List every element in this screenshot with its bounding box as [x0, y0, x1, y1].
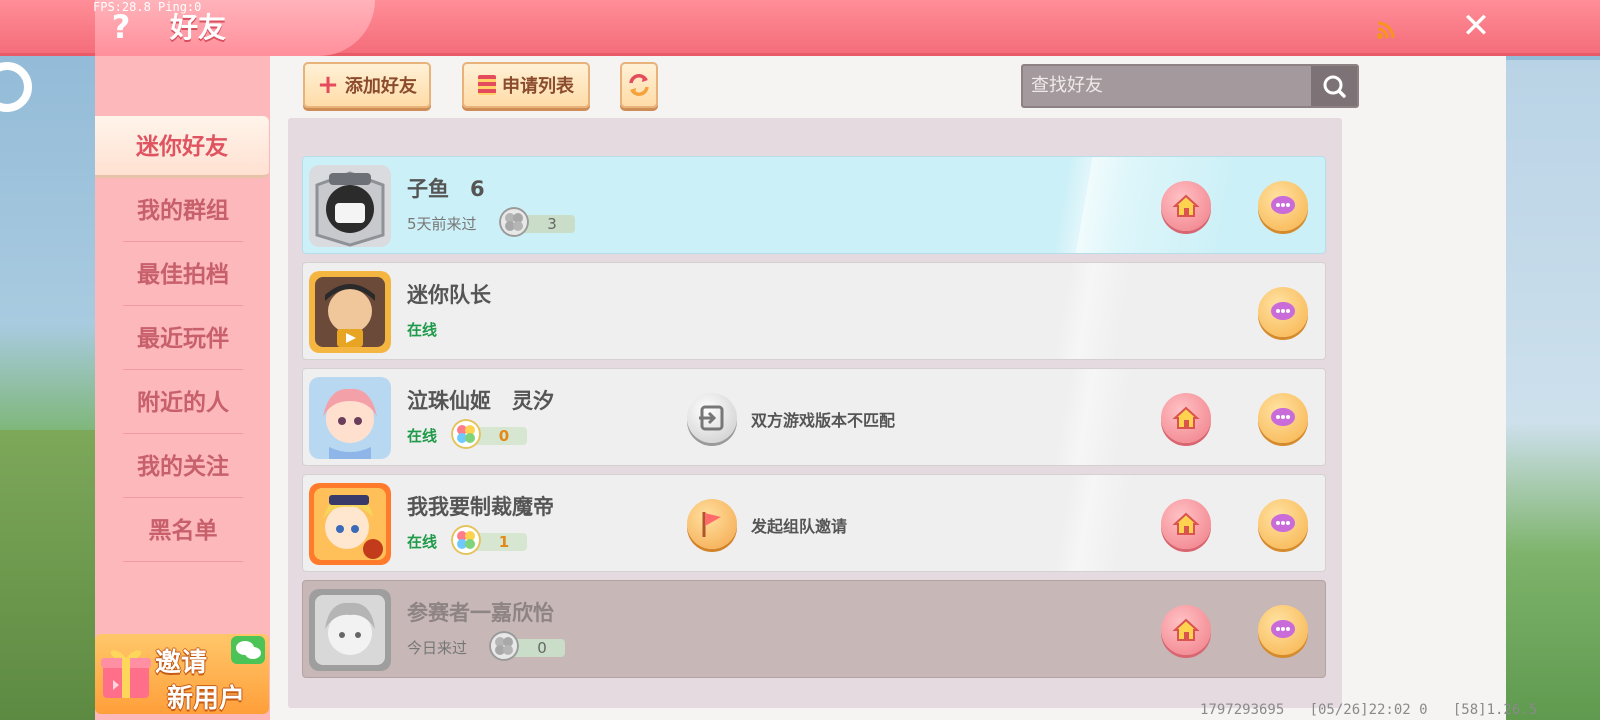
- sidebar: 迷你好友 我的群组 最佳拍档 最近玩伴 附近的人 我的关注 黑名单 邀请 新用户: [95, 56, 270, 720]
- avatar: [309, 483, 391, 565]
- background-scenery-right: [1490, 60, 1600, 720]
- apply-list-button[interactable]: 申请列表: [462, 62, 590, 108]
- refresh-button[interactable]: [620, 62, 658, 108]
- close-icon[interactable]: ✕: [1458, 8, 1494, 44]
- avatar: [309, 165, 391, 247]
- friend-row[interactable]: 泣珠仙姬 灵汐 在线 0 双方游戏版本不匹配: [302, 368, 1326, 466]
- search-box: [1021, 64, 1359, 108]
- level-value: 0: [498, 427, 510, 445]
- chat-button[interactable]: [1258, 499, 1308, 549]
- level-value: 1: [498, 533, 510, 551]
- friend-name: 参赛者一嘉欣怡: [407, 601, 554, 625]
- friend-name: 迷你队长: [407, 283, 491, 307]
- list-icon: [478, 75, 496, 95]
- clover-icon: [489, 631, 519, 661]
- row-shine: [1023, 475, 1163, 571]
- row-shine: [1023, 369, 1163, 465]
- version-mismatch-text: 双方游戏版本不匹配: [751, 411, 896, 430]
- chat-button[interactable]: [1258, 605, 1308, 655]
- chat-button[interactable]: [1258, 393, 1308, 443]
- enter-icon: [699, 405, 724, 431]
- background-scenery-left: [0, 430, 95, 720]
- team-invite-text: 发起组队邀请: [751, 517, 848, 536]
- plus-icon: +: [317, 70, 339, 100]
- search-button[interactable]: [1311, 66, 1357, 106]
- flag-icon: [702, 512, 721, 537]
- friend-list: 子鱼 6 5天前来过 3 迷你队长 在线 泣珠仙姬 灵汐 在线 0 双方游戏版本…: [288, 118, 1342, 708]
- search-icon: [1323, 75, 1346, 98]
- sidebar-item-blacklist[interactable]: 黑名单: [123, 500, 243, 562]
- avatar: [309, 377, 391, 459]
- clover-icon: [499, 207, 529, 237]
- page-title: 好友: [170, 11, 227, 44]
- chat-bubble-icon: [1271, 302, 1295, 320]
- row-shine: [1023, 263, 1163, 359]
- chat-bubble-icon: [1271, 620, 1295, 638]
- level-chip: 0: [489, 631, 567, 661]
- sidebar-item-mini-friends[interactable]: 迷你好友: [95, 116, 269, 178]
- main-panel: + 添加好友 申请列表 查找好友 子鱼 6 5天前来过 3 迷你队长 在线 泣珠…: [270, 56, 1506, 720]
- house-icon: [1172, 618, 1200, 641]
- visit-home-button[interactable]: [1161, 605, 1211, 655]
- chat-bubble-icon: [1271, 514, 1295, 532]
- add-friend-button[interactable]: + 添加好友: [303, 62, 431, 108]
- gift-icon: [101, 650, 151, 698]
- friend-status: 5天前来过: [407, 215, 477, 233]
- sidebar-item-recent-playmates[interactable]: 最近玩伴: [123, 308, 243, 370]
- avatar: [309, 589, 391, 671]
- version-info: 1797293695 [05/26]22:02 0 [58]1.26.5: [1200, 702, 1538, 718]
- invite-label-line2: 新用户: [167, 684, 246, 714]
- clover-icon: [451, 525, 481, 555]
- friend-row[interactable]: 子鱼 6 5天前来过 3: [302, 156, 1326, 254]
- chat-button[interactable]: [1258, 181, 1308, 231]
- house-icon: [1172, 406, 1200, 429]
- chat-button[interactable]: [1258, 287, 1308, 337]
- friend-status: 在线: [407, 533, 438, 551]
- chat-bubble-icon: [1271, 196, 1295, 214]
- refresh-icon: [629, 74, 649, 96]
- sidebar-item-nearby[interactable]: 附近的人: [123, 372, 243, 434]
- background-ring-shape: [0, 62, 32, 112]
- level-value: 3: [547, 215, 557, 233]
- visit-home-button[interactable]: [1161, 499, 1211, 549]
- sidebar-item-best-partners[interactable]: 最佳拍档: [123, 244, 243, 306]
- top-bar: FPS:28.8 Ping:0 ? 好友 ✕: [0, 0, 1600, 56]
- add-friend-label: 添加好友: [344, 76, 417, 97]
- signal-icon: [1377, 21, 1395, 39]
- visit-home-button[interactable]: [1161, 181, 1211, 231]
- wechat-icon: [231, 636, 265, 664]
- friend-row[interactable]: 我我要制裁魔帝 在线 1 发起组队邀请: [302, 474, 1326, 572]
- sidebar-item-following[interactable]: 我的关注: [123, 436, 243, 498]
- team-invite-button[interactable]: [687, 499, 737, 549]
- chat-bubble-icon: [1271, 408, 1295, 426]
- friend-status: 在线: [407, 427, 438, 445]
- friend-row[interactable]: 参赛者一嘉欣怡 今日来过 0: [302, 580, 1326, 678]
- avatar: [309, 271, 391, 353]
- house-icon: [1172, 512, 1200, 535]
- sidebar-item-my-groups[interactable]: 我的群组: [123, 180, 243, 242]
- row-shine: [1023, 157, 1163, 253]
- friend-status: 在线: [407, 321, 438, 339]
- search-input[interactable]: [1023, 66, 1313, 106]
- apply-list-label: 申请列表: [502, 76, 574, 97]
- invite-new-user-button[interactable]: 邀请 新用户: [95, 634, 269, 714]
- friend-name: 我我要制裁魔帝: [407, 495, 554, 519]
- friend-status: 今日来过: [407, 639, 468, 657]
- version-mismatch-button[interactable]: [687, 393, 737, 443]
- invite-label-line1: 邀请: [155, 648, 208, 678]
- level-value: 0: [537, 639, 547, 657]
- friend-name: 泣珠仙姬 灵汐: [407, 389, 554, 413]
- visit-home-button[interactable]: [1161, 393, 1211, 443]
- level-chip: 1: [451, 525, 529, 555]
- level-chip: 0: [451, 419, 529, 449]
- house-icon: [1172, 194, 1200, 217]
- clover-icon: [451, 419, 481, 449]
- friend-row[interactable]: 迷你队长 在线: [302, 262, 1326, 360]
- level-chip: 3: [499, 207, 577, 237]
- help-icon[interactable]: ?: [104, 10, 138, 44]
- friend-name: 子鱼 6: [407, 177, 485, 201]
